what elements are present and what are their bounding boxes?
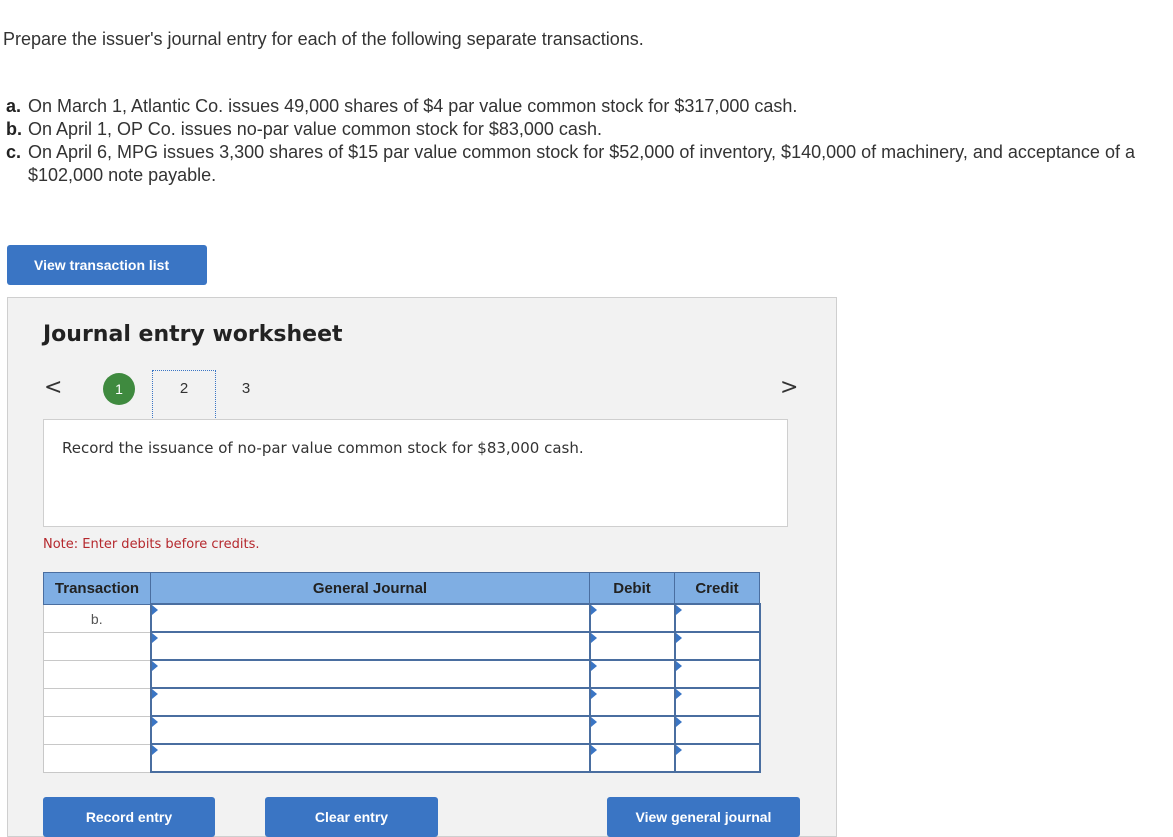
step-2-current[interactable]: 2	[152, 370, 216, 420]
transaction-item: a. On March 1, Atlantic Co. issues 49,00…	[6, 95, 1156, 118]
transaction-item: b. On April 1, OP Co. issues no-par valu…	[6, 118, 1156, 141]
credit-input[interactable]	[673, 687, 761, 717]
debit-input[interactable]	[588, 687, 676, 717]
credit-input[interactable]	[673, 631, 761, 661]
header-general-journal: General Journal	[150, 572, 590, 605]
account-input[interactable]	[149, 631, 591, 661]
credit-input[interactable]	[673, 743, 761, 773]
next-arrow-icon[interactable]: >	[780, 372, 798, 404]
transaction-cell: b.	[43, 603, 151, 633]
step-3[interactable]: 3	[236, 373, 256, 405]
transaction-letter: a.	[6, 96, 22, 116]
transaction-cell	[43, 687, 151, 717]
credit-input[interactable]	[673, 603, 761, 633]
credit-input[interactable]	[673, 659, 761, 689]
journal-entry-worksheet: Journal entry worksheet < 1 2 3 > Record…	[7, 297, 837, 837]
worksheet-title: Journal entry worksheet	[43, 322, 343, 347]
header-credit: Credit	[674, 572, 760, 605]
transaction-cell	[43, 631, 151, 661]
transaction-item: c. On April 6, MPG issues 3,300 shares o…	[6, 141, 1156, 187]
account-input[interactable]	[149, 743, 591, 773]
view-transaction-list-button[interactable]: View transaction list	[7, 245, 207, 285]
debit-input[interactable]	[588, 659, 676, 689]
header-transaction: Transaction	[43, 572, 151, 605]
table-row: b.	[43, 603, 761, 633]
account-input[interactable]	[149, 715, 591, 745]
transaction-cell	[43, 715, 151, 745]
account-input[interactable]	[149, 659, 591, 689]
instructions-text: Prepare the issuer's journal entry for e…	[3, 29, 644, 49]
transaction-list: a. On March 1, Atlantic Co. issues 49,00…	[6, 95, 1156, 187]
transaction-letter: b.	[6, 119, 22, 139]
transaction-text: On March 1, Atlantic Co. issues 49,000 s…	[28, 96, 798, 116]
step-1-completed[interactable]: 1	[103, 373, 135, 405]
debit-input[interactable]	[588, 715, 676, 745]
account-input[interactable]	[149, 603, 591, 633]
journal-header-row: Transaction General Journal Debit Credit	[43, 572, 760, 605]
table-row	[43, 659, 761, 689]
table-row	[43, 743, 761, 773]
table-row	[43, 631, 761, 661]
transaction-cell	[43, 659, 151, 689]
clear-entry-button[interactable]: Clear entry	[265, 797, 438, 837]
debit-input[interactable]	[588, 743, 676, 773]
record-entry-button[interactable]: Record entry	[43, 797, 215, 837]
account-input[interactable]	[149, 687, 591, 717]
transaction-text: On April 1, OP Co. issues no-par value c…	[28, 119, 602, 139]
debit-input[interactable]	[588, 603, 676, 633]
transaction-text: On April 6, MPG issues 3,300 shares of $…	[28, 142, 1135, 185]
view-general-journal-button[interactable]: View general journal	[607, 797, 800, 837]
transaction-letter: c.	[6, 142, 22, 162]
journal-table: Transaction General Journal Debit Credit…	[43, 572, 761, 773]
entry-prompt-box: Record the issuance of no-par value comm…	[43, 419, 788, 527]
table-row	[43, 687, 761, 717]
header-debit: Debit	[589, 572, 675, 605]
table-row	[43, 715, 761, 745]
transaction-cell	[43, 743, 151, 773]
previous-arrow-icon[interactable]: <	[44, 372, 62, 404]
entry-prompt: Record the issuance of no-par value comm…	[62, 439, 584, 457]
debit-input[interactable]	[588, 631, 676, 661]
entry-note: Note: Enter debits before credits.	[43, 537, 260, 552]
credit-input[interactable]	[673, 715, 761, 745]
